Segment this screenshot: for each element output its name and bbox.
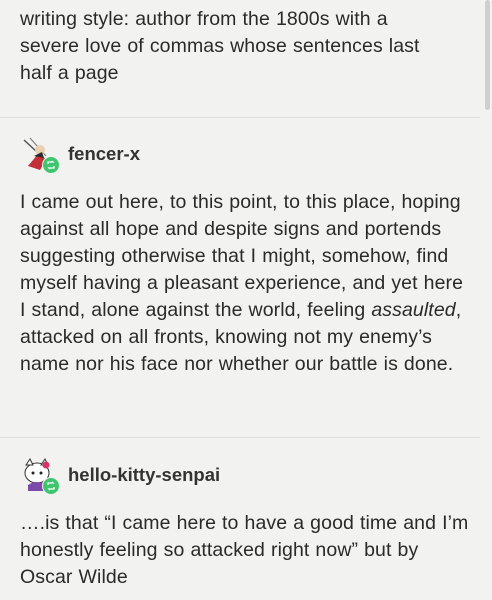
reblog-text-part: ….is that “I came here to have a good ti… [20, 512, 469, 588]
reblog-text-fencer-x: I came out here, to this point, to this … [20, 189, 472, 378]
fencer-avatar-icon[interactable] [20, 136, 60, 174]
post-line: severe love of commas whose sentences la… [20, 35, 420, 57]
reblog-icon [42, 156, 60, 174]
italic-emphasis: assaulted [371, 299, 456, 321]
reblog-icon [42, 477, 60, 495]
post-divider [0, 117, 480, 118]
original-post-text: writing style: author from the 1800s wit… [20, 6, 472, 87]
scrollbar[interactable] [485, 0, 490, 110]
post-line: half a page [20, 62, 119, 84]
reblog-header-hello-kitty-senpai: hello-kitty-senpai [20, 457, 220, 495]
post-divider [0, 437, 480, 438]
hello-kitty-avatar-icon[interactable] [20, 457, 60, 495]
post-line: writing style: author from the 1800s wit… [20, 8, 388, 30]
reblog-username[interactable]: hello-kitty-senpai [68, 464, 220, 486]
reblog-header-fencer-x: fencer-x [20, 136, 140, 174]
reblog-text-hello-kitty-senpai: ….is that “I came here to have a good ti… [20, 510, 472, 591]
reblog-username[interactable]: fencer-x [68, 143, 140, 165]
